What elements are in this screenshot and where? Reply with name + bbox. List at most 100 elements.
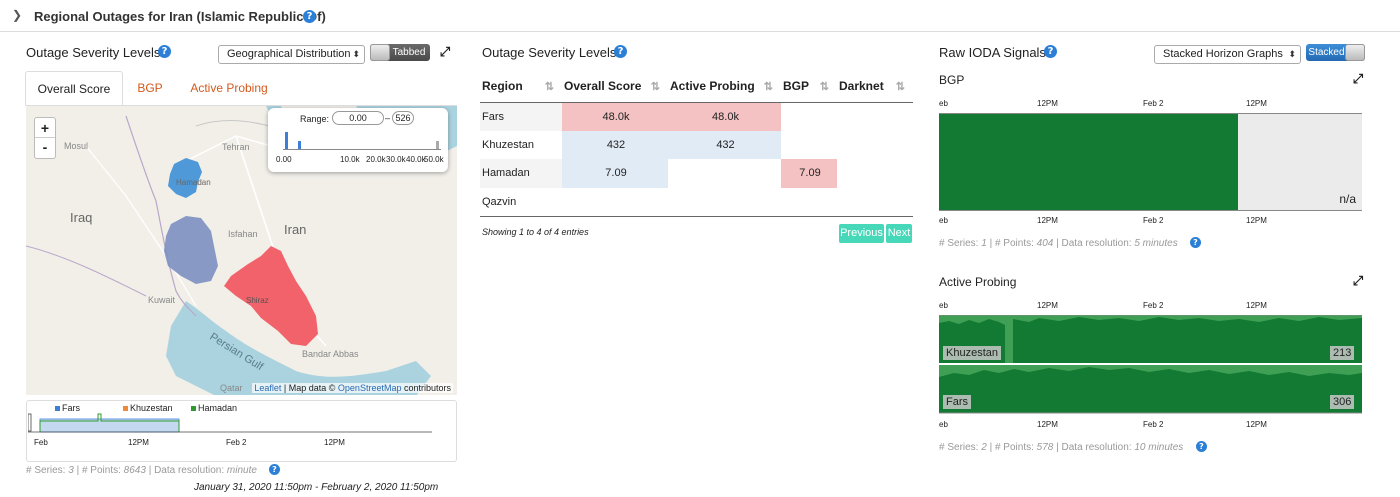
help-icon[interactable]: ? [1196, 441, 1207, 452]
sort-icon: ⇅ [650, 81, 660, 93]
tab-bgp[interactable]: BGP [130, 71, 170, 106]
zoom-controls: + - [34, 117, 56, 159]
cell-probing [668, 159, 781, 188]
axis-tick: Feb 2 [1143, 301, 1164, 310]
cell-probing: 48.0k [668, 102, 781, 131]
cell-probing [668, 188, 781, 217]
cell-darknet [837, 131, 913, 160]
meta-value: 404 [1036, 238, 1054, 249]
bgp-horizon-chart[interactable]: n/a [939, 113, 1362, 211]
cell-overall: 48.0k [562, 102, 668, 131]
leaflet-link[interactable]: Leaflet [254, 383, 281, 393]
middle-panel-title: Outage Severity Levels [482, 45, 617, 60]
zoom-in-button[interactable]: + [35, 118, 55, 138]
osm-link[interactable]: OpenStreetMap [338, 383, 402, 393]
meta-label: # Points: [994, 238, 1034, 249]
meta-value: minute [226, 465, 257, 476]
tab-overall-score[interactable]: Overall Score [25, 71, 123, 106]
column-label: Active Probing [670, 78, 755, 93]
probing-row-value: 213 [1330, 346, 1355, 360]
map-label-tehran: Tehran [222, 142, 250, 152]
signal-view-select[interactable]: Stacked Horizon Graphs ⬍ [1154, 45, 1301, 64]
cell-bgp [781, 102, 837, 131]
meta-value: 578 [1036, 442, 1054, 453]
axis-tick: Feb 2 [1143, 420, 1164, 429]
mini-axis-tick: Feb [34, 438, 48, 447]
section-header: ❯ Regional Outages for Iran (Islamic Rep… [0, 0, 1400, 32]
col-header-overall-score[interactable]: Overall Score ⇅ [562, 70, 668, 103]
col-header-darknet[interactable]: Darknet ⇅ [837, 70, 913, 103]
tab-active-probing[interactable]: Active Probing [183, 71, 275, 106]
col-header-bgp[interactable]: BGP ⇅ [781, 70, 837, 103]
tab-label: Overall Score [37, 82, 111, 96]
axis-tick: 12PM [1037, 216, 1058, 225]
cell-darknet [837, 188, 913, 217]
expand-icon[interactable]: ⤢ [1351, 72, 1365, 86]
col-header-active-probing[interactable]: Active Probing ⇅ [668, 70, 781, 103]
help-icon[interactable]: ? [303, 10, 316, 23]
probing-horizon-chart[interactable] [939, 315, 1362, 415]
axis-tick: eb [939, 420, 948, 429]
axis-tick: Feb 2 [1143, 99, 1164, 108]
range-legend: Range: 0.00 – 526 0.00 10.0k 20.0k 30.0k… [268, 108, 448, 172]
time-range: January 31, 2020 11:50pm - February 2, 2… [194, 482, 439, 493]
help-icon[interactable]: ? [269, 464, 280, 475]
left-panel-title: Outage Severity Levels [26, 45, 161, 60]
meta-label: # Series: [26, 465, 66, 476]
zoom-out-button[interactable]: - [35, 138, 55, 158]
axis-tick: 12PM [1037, 99, 1058, 108]
mini-axis-tick: 12PM [324, 438, 345, 447]
axis-tick: eb [939, 99, 948, 108]
column-label: Overall Score [564, 78, 642, 93]
table-info: Showing 1 to 4 of 4 entries [482, 227, 589, 237]
range-label: Range: [300, 114, 330, 124]
bgp-na-label: n/a [1339, 192, 1356, 206]
severity-table: Region ⇅ Overall Score ⇅ Active Probing ⇅ B… [480, 70, 913, 217]
range-min-input[interactable]: 0.00 [332, 111, 384, 125]
previous-button[interactable]: Previous [839, 224, 884, 243]
button-label: Next [887, 227, 911, 239]
cell-darknet [837, 102, 913, 131]
toggle-label: Tabbed [392, 47, 426, 58]
collapse-chevron-icon[interactable]: ❯ [12, 8, 22, 22]
histogram-bar [298, 141, 301, 149]
expand-icon[interactable]: ⤢ [1351, 274, 1365, 288]
map[interactable]: Mosul Tehran Hamadan Iraq Iran Isfahan K… [26, 105, 457, 395]
expand-icon[interactable]: ⤢ [438, 45, 452, 59]
hist-tick: 40.0k [406, 155, 426, 164]
next-button[interactable]: Next [886, 224, 912, 243]
help-icon[interactable]: ? [158, 45, 171, 58]
zoom-in-label: + [40, 120, 50, 136]
hist-tick: 50.0k [424, 155, 444, 164]
column-label: Darknet [839, 78, 884, 93]
map-label-isfahan: Isfahan [228, 229, 258, 239]
range-separator: – [385, 113, 391, 123]
left-meta: # Series: 3 | # Points: 8643 | Data reso… [26, 465, 257, 476]
stacked-toggle[interactable]: Stacked [1306, 44, 1365, 61]
sort-icon: ⇅ [544, 81, 554, 93]
meta-label: # Series: [939, 442, 979, 453]
map-label-iraq: Iraq [70, 210, 93, 225]
bgp-meta: # Series: 1 | # Points: 404 | Data resol… [939, 238, 1178, 249]
hist-tick: 10.0k [340, 155, 360, 164]
probing-row-value: 306 [1330, 395, 1355, 409]
probing-meta: # Series: 2 | # Points: 578 | Data resol… [939, 442, 1184, 453]
view-select[interactable]: Geographical Distribution ⬍ [218, 45, 365, 64]
meta-label: Data resolution: [1061, 238, 1132, 249]
select-arrows-icon: ⬍ [352, 49, 360, 59]
axis-tick: eb [939, 301, 948, 310]
help-icon[interactable]: ? [1190, 237, 1201, 248]
tabbed-toggle[interactable]: Tabbed [370, 44, 430, 61]
cell-probing: 432 [668, 130, 781, 159]
map-label-mosul: Mosul [64, 141, 89, 151]
range-max-input[interactable]: 526 [392, 111, 414, 125]
hist-tick: 20.0k [366, 155, 386, 164]
histogram-bar [436, 141, 439, 149]
bgp-title: BGP [939, 73, 965, 87]
help-icon[interactable]: ? [1044, 45, 1057, 58]
help-icon[interactable]: ? [614, 45, 627, 58]
col-header-region[interactable]: Region ⇅ [480, 70, 562, 103]
cell-region: Qazvin [482, 195, 517, 208]
hist-tick: 0.00 [276, 155, 292, 164]
axis-tick: 12PM [1246, 99, 1267, 108]
